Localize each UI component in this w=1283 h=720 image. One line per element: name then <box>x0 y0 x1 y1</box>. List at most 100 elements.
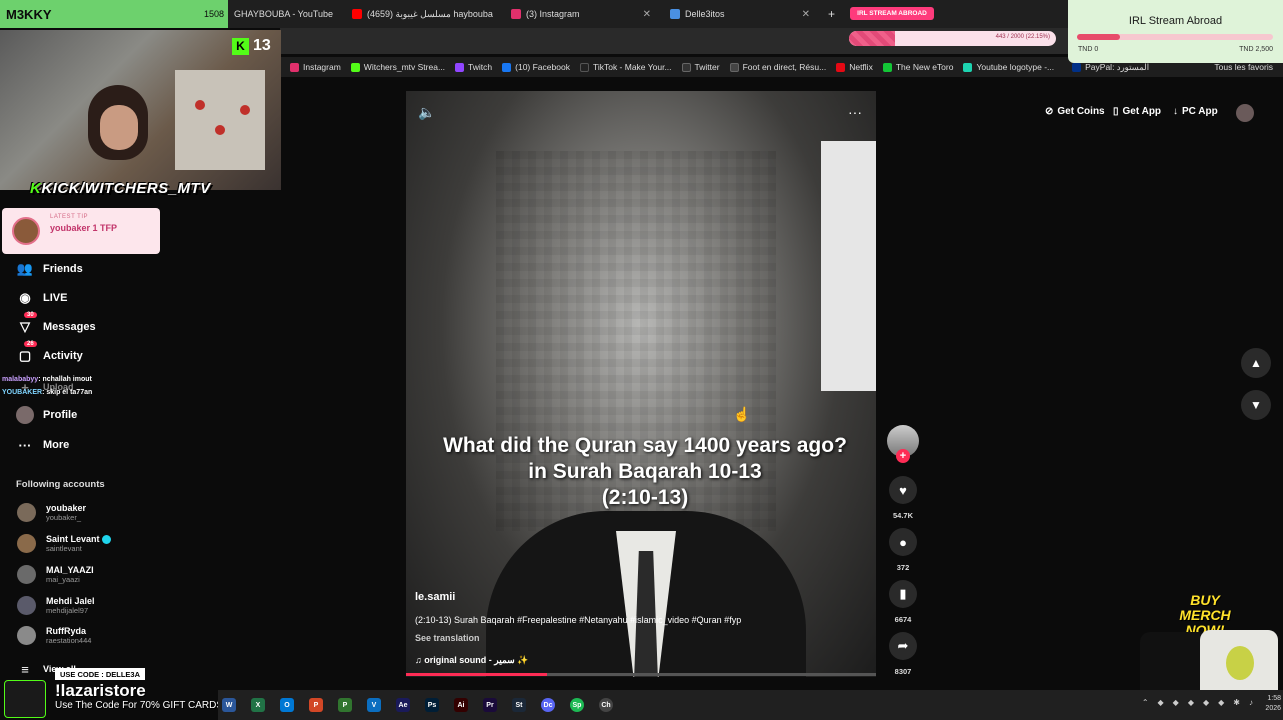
sidebar-item-label: Messages <box>43 321 96 333</box>
x-icon <box>681 62 691 72</box>
tab-label: GHAYBOUBA - YouTube <box>234 9 334 19</box>
bookmark-kick[interactable]: Witchers_mtv Strea... <box>350 62 445 72</box>
sidebar-item-live[interactable]: ◉ LIVE <box>16 289 67 307</box>
get-app-button[interactable]: ▯ Get App <box>1113 106 1161 117</box>
volume-icon[interactable]: 🔈 <box>418 104 435 121</box>
avatar <box>17 534 36 554</box>
previous-video-button[interactable]: ▲ <box>1241 348 1271 378</box>
clock[interactable]: 1:58 2026 <box>1265 694 1281 714</box>
user-avatar[interactable] <box>1236 104 1254 122</box>
follow-plus-icon[interactable]: + <box>896 449 910 463</box>
bookmark-netflix[interactable]: Netflix <box>836 62 873 72</box>
visio-icon[interactable]: V <box>367 698 381 712</box>
following-account[interactable]: Saint Levant saintlevant <box>17 534 111 553</box>
new-tab-button[interactable]: + <box>822 3 842 25</box>
bookmark-label: The New eToro <box>895 62 954 72</box>
tray-app-icon[interactable]: ◆ <box>1188 698 1194 707</box>
bookmark-instagram[interactable]: Instagram <box>290 62 341 72</box>
tray-app-icon[interactable]: ◆ <box>1158 698 1164 707</box>
caption-line: What did the Quran say 1400 years ago? <box>443 434 847 457</box>
premiere-icon[interactable]: Pr <box>483 698 497 712</box>
all-favorites[interactable]: Tous les favoris <box>1214 62 1273 72</box>
video-progress-bar[interactable] <box>406 673 876 676</box>
bookmark-twitter[interactable]: Twitter <box>681 62 720 72</box>
excel-icon[interactable]: X <box>251 698 265 712</box>
sidebar-item-friends[interactable]: 👥 Friends <box>16 260 83 278</box>
bluetooth-icon[interactable]: ✱ <box>1233 698 1240 707</box>
kick-icon <box>350 62 360 72</box>
steam-icon[interactable]: St <box>512 698 526 712</box>
more-options-icon[interactable]: ··· <box>848 104 862 120</box>
following-accounts-title: Following accounts <box>16 479 105 490</box>
sidebar-item-label: LIVE <box>43 292 68 304</box>
sidebar-item-messages[interactable]: ▽ 30 Messages <box>16 312 96 336</box>
close-icon[interactable]: ✕ <box>493 9 496 20</box>
phone-icon: ▯ <box>1113 106 1119 117</box>
spotify-icon[interactable]: Sp <box>570 698 584 712</box>
following-account[interactable]: RuffRyda raestation444 <box>17 626 91 645</box>
video-player[interactable] <box>406 91 876 677</box>
sidebar-item-profile[interactable]: Profile <box>16 406 77 424</box>
bookmark-etoro[interactable]: The New eToro <box>882 62 954 72</box>
instagram-icon <box>290 62 299 72</box>
tray-app-icon[interactable]: ◆ <box>1218 698 1224 707</box>
tab-youtube-haybouba[interactable]: مسلسل غيبوبة (4659) haybouba✕ <box>346 3 496 25</box>
discord-icon[interactable]: Dc <box>541 698 555 712</box>
bookmark-youtube-logotype[interactable]: Youtube logotype -... <box>963 62 1054 72</box>
like-button[interactable]: ♥ <box>889 476 917 504</box>
bookmark-label: Foot en direct, Résu... <box>742 62 827 72</box>
video-sound[interactable]: ♫ original sound - سمير ✨ <box>415 655 528 666</box>
illustrator-icon[interactable]: Ai <box>454 698 468 712</box>
video-author[interactable]: le.samii <box>415 591 455 603</box>
account-name: Mehdi Jalel <box>46 596 95 606</box>
avatar <box>17 565 36 584</box>
bookmark-twitch[interactable]: Twitch <box>455 62 492 72</box>
save-button[interactable]: ▮ <box>889 580 917 608</box>
outlook-icon[interactable]: O <box>280 698 294 712</box>
get-coins-button[interactable]: ⊘ Get Coins <box>1045 106 1105 117</box>
tray-app-icon[interactable]: ◆ <box>1203 698 1209 707</box>
sidebar-item-activity[interactable]: ▢ 26 Activity <box>16 341 83 365</box>
powerpoint-icon[interactable]: P <box>309 698 323 712</box>
goal-progress-bar: 443 / 2000 (22.15%) <box>849 31 1056 46</box>
after-effects-icon[interactable]: Ae <box>396 698 410 712</box>
tray-app-icon[interactable]: ◆ <box>1173 698 1179 707</box>
share-count: 8307 <box>894 667 912 676</box>
close-icon[interactable]: ✕ <box>796 9 810 20</box>
close-icon[interactable]: ✕ <box>637 9 651 20</box>
tab-instagram[interactable]: (3) Instagram ✕ <box>505 3 657 25</box>
share-button[interactable]: ➦ <box>889 632 917 660</box>
chrome-icon[interactable]: Ch <box>599 698 613 712</box>
photoshop-icon[interactable]: Ps <box>425 698 439 712</box>
word-icon[interactable]: W <box>222 698 236 712</box>
account-handle: mai_yaazi <box>46 575 80 584</box>
see-translation-link[interactable]: See translation <box>415 633 480 643</box>
streamer-name: M3KKY <box>6 6 52 22</box>
sidebar-item-more[interactable]: ··· More <box>16 436 70 454</box>
volume-icon[interactable]: ♪ <box>1249 698 1253 707</box>
close-icon[interactable]: ✕ <box>333 9 340 20</box>
tab-delle3itos[interactable]: Delle3itos ✕ <box>664 3 816 25</box>
bookmark-facebook[interactable]: (10) Facebook <box>502 62 570 72</box>
bookmark-tiktok[interactable]: TikTok - Make Your... <box>579 62 672 72</box>
bookmark-label: PayPal: المستورد <box>1085 61 1150 72</box>
page-icon <box>670 9 680 19</box>
following-account[interactable]: Mehdi Jalel mehdijalel97 <box>17 596 95 615</box>
kick-icon: K <box>232 37 249 55</box>
page-icon <box>729 62 739 72</box>
tab-youtube-ghaybouba[interactable]: GHAYBOUBA - YouTube✕ <box>228 3 340 25</box>
sidebar-item-label: Profile <box>43 409 78 421</box>
live-icon: ◉ <box>19 290 31 305</box>
goal-progress-fill <box>849 31 895 46</box>
chevron-up-icon[interactable]: ⌃ <box>1142 698 1149 707</box>
kick-handle-text: KICK/WITCHERS_MTV <box>41 180 211 197</box>
verified-badge-icon <box>101 535 111 545</box>
bookmark-foot[interactable]: Foot en direct, Résu... <box>729 62 827 72</box>
comment-button[interactable]: ● <box>889 528 917 556</box>
pc-app-button[interactable]: ↓ PC App <box>1173 106 1218 117</box>
project-icon[interactable]: P <box>338 698 352 712</box>
following-account[interactable]: youbaker youbaker_ <box>17 503 86 522</box>
next-video-button[interactable]: ▼ <box>1241 390 1271 420</box>
following-account[interactable]: MAI_YAAZI mai_yaazi <box>17 565 94 584</box>
bookmark-paypal[interactable]: PayPal: المستورد <box>1072 62 1149 73</box>
